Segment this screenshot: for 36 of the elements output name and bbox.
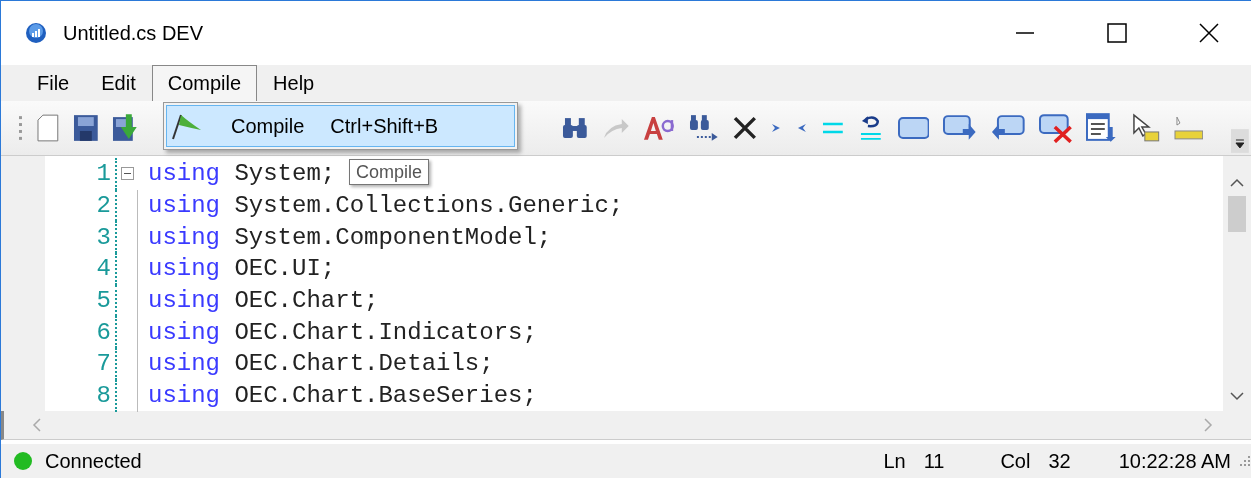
code-text: OEC.Chart.BaseSeries; <box>234 382 537 410</box>
code-text: System.Collections.Generic; <box>234 192 624 220</box>
clock-time: 10:22:28 AM <box>1118 449 1231 473</box>
line-number: 5 <box>45 284 117 317</box>
code-keyword: using <box>148 350 220 378</box>
code-text: OEC.Chart; <box>234 287 379 315</box>
code-keyword: using <box>148 160 220 188</box>
code-text: System; <box>234 160 336 188</box>
code-keyword: using <box>148 287 220 315</box>
menu-item[interactable]: File <box>21 65 86 101</box>
code-keyword: using <box>148 223 220 251</box>
code-text: OEC.UI; <box>234 255 336 283</box>
line-number: 1 <box>45 158 117 190</box>
code-text: System.ComponentModel; <box>234 223 552 251</box>
line-number: 2 <box>45 189 117 222</box>
code-text: OEC.Chart.Details; <box>234 350 494 378</box>
line-label: Ln <box>883 449 906 473</box>
connection-status: Connected <box>45 449 142 473</box>
window-title: Untitled.cs DEV <box>63 21 204 45</box>
column-value: 32 <box>1048 449 1071 473</box>
code-keyword: using <box>148 255 220 283</box>
line-value: 11 <box>923 449 945 473</box>
line-number: 6 <box>45 316 117 349</box>
code-keyword: using <box>148 318 220 346</box>
menu-item[interactable]: Compile Ctrl+Shift+B <box>166 105 515 147</box>
tooltip: Compile <box>349 159 430 185</box>
code-keyword: using <box>148 192 220 220</box>
code-text: OEC.Chart.Indicators; <box>234 318 537 346</box>
menu-item[interactable]: Compile <box>151 65 258 101</box>
menu-item[interactable]: Help <box>257 65 331 101</box>
code-keyword: using <box>148 382 220 410</box>
line-number: 3 <box>45 221 117 254</box>
line-number: 4 <box>45 253 117 285</box>
line-number: 7 <box>45 348 117 380</box>
column-label: Col <box>1000 449 1031 473</box>
menu-item[interactable]: Edit <box>85 65 152 101</box>
